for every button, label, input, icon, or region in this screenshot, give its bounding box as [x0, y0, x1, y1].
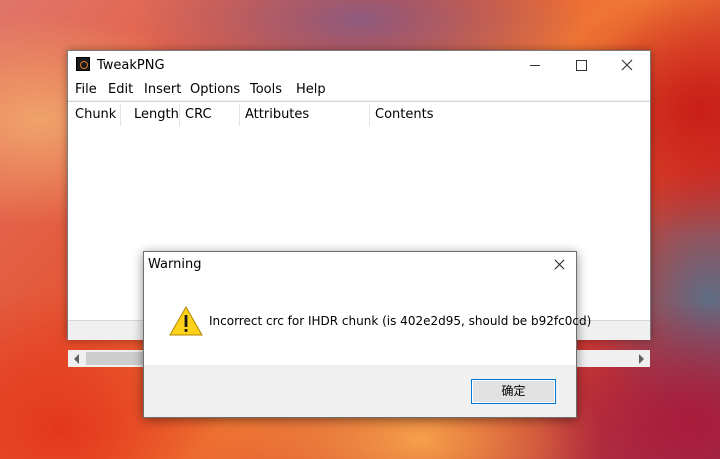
column-divider[interactable]: [369, 104, 370, 126]
minimize-button[interactable]: [512, 51, 558, 79]
column-header-attributes[interactable]: Attributes: [245, 107, 309, 122]
menu-options[interactable]: Options: [190, 82, 240, 97]
title-bar[interactable]: TweakPNG: [68, 51, 650, 79]
warning-dialog: Warning Incorrect crc for IHDR chunk (is…: [143, 251, 591, 418]
close-button[interactable]: [604, 51, 650, 79]
maximize-icon: [575, 59, 587, 71]
column-header-crc[interactable]: CRC: [185, 107, 212, 122]
menu-help[interactable]: Help: [296, 82, 326, 97]
warning-message: Incorrect crc for IHDR chunk (is 402e2d9…: [209, 314, 592, 328]
column-header-contents[interactable]: Contents: [375, 107, 433, 122]
dialog-title: Warning: [148, 257, 202, 272]
dialog-close-button[interactable]: [542, 252, 576, 278]
ok-button[interactable]: 确定: [471, 379, 556, 404]
menu-tools[interactable]: Tools: [250, 82, 282, 97]
column-header-length[interactable]: Length: [134, 107, 179, 122]
column-divider[interactable]: [179, 104, 180, 126]
minimize-icon: [530, 64, 540, 66]
dialog-title-bar[interactable]: Warning: [144, 252, 576, 278]
maximize-button[interactable]: [558, 51, 604, 79]
window-title: TweakPNG: [97, 58, 165, 73]
menu-bar: File Edit Insert Options Tools Help: [68, 79, 650, 100]
list-header: Chunk Length CRC Attributes Contents: [68, 102, 650, 128]
scroll-left-arrow-icon[interactable]: [74, 354, 79, 364]
menu-edit[interactable]: Edit: [108, 82, 133, 97]
warning-icon: [169, 305, 203, 336]
menu-insert[interactable]: Insert: [144, 82, 181, 97]
app-icon: [76, 57, 90, 71]
scroll-right-arrow-icon[interactable]: [639, 354, 644, 364]
column-divider[interactable]: [239, 104, 240, 126]
menu-file[interactable]: File: [75, 82, 97, 97]
column-divider[interactable]: [120, 104, 121, 126]
close-icon: [621, 59, 633, 71]
column-header-chunk[interactable]: Chunk: [75, 107, 116, 122]
dialog-footer: 确定: [144, 365, 576, 417]
